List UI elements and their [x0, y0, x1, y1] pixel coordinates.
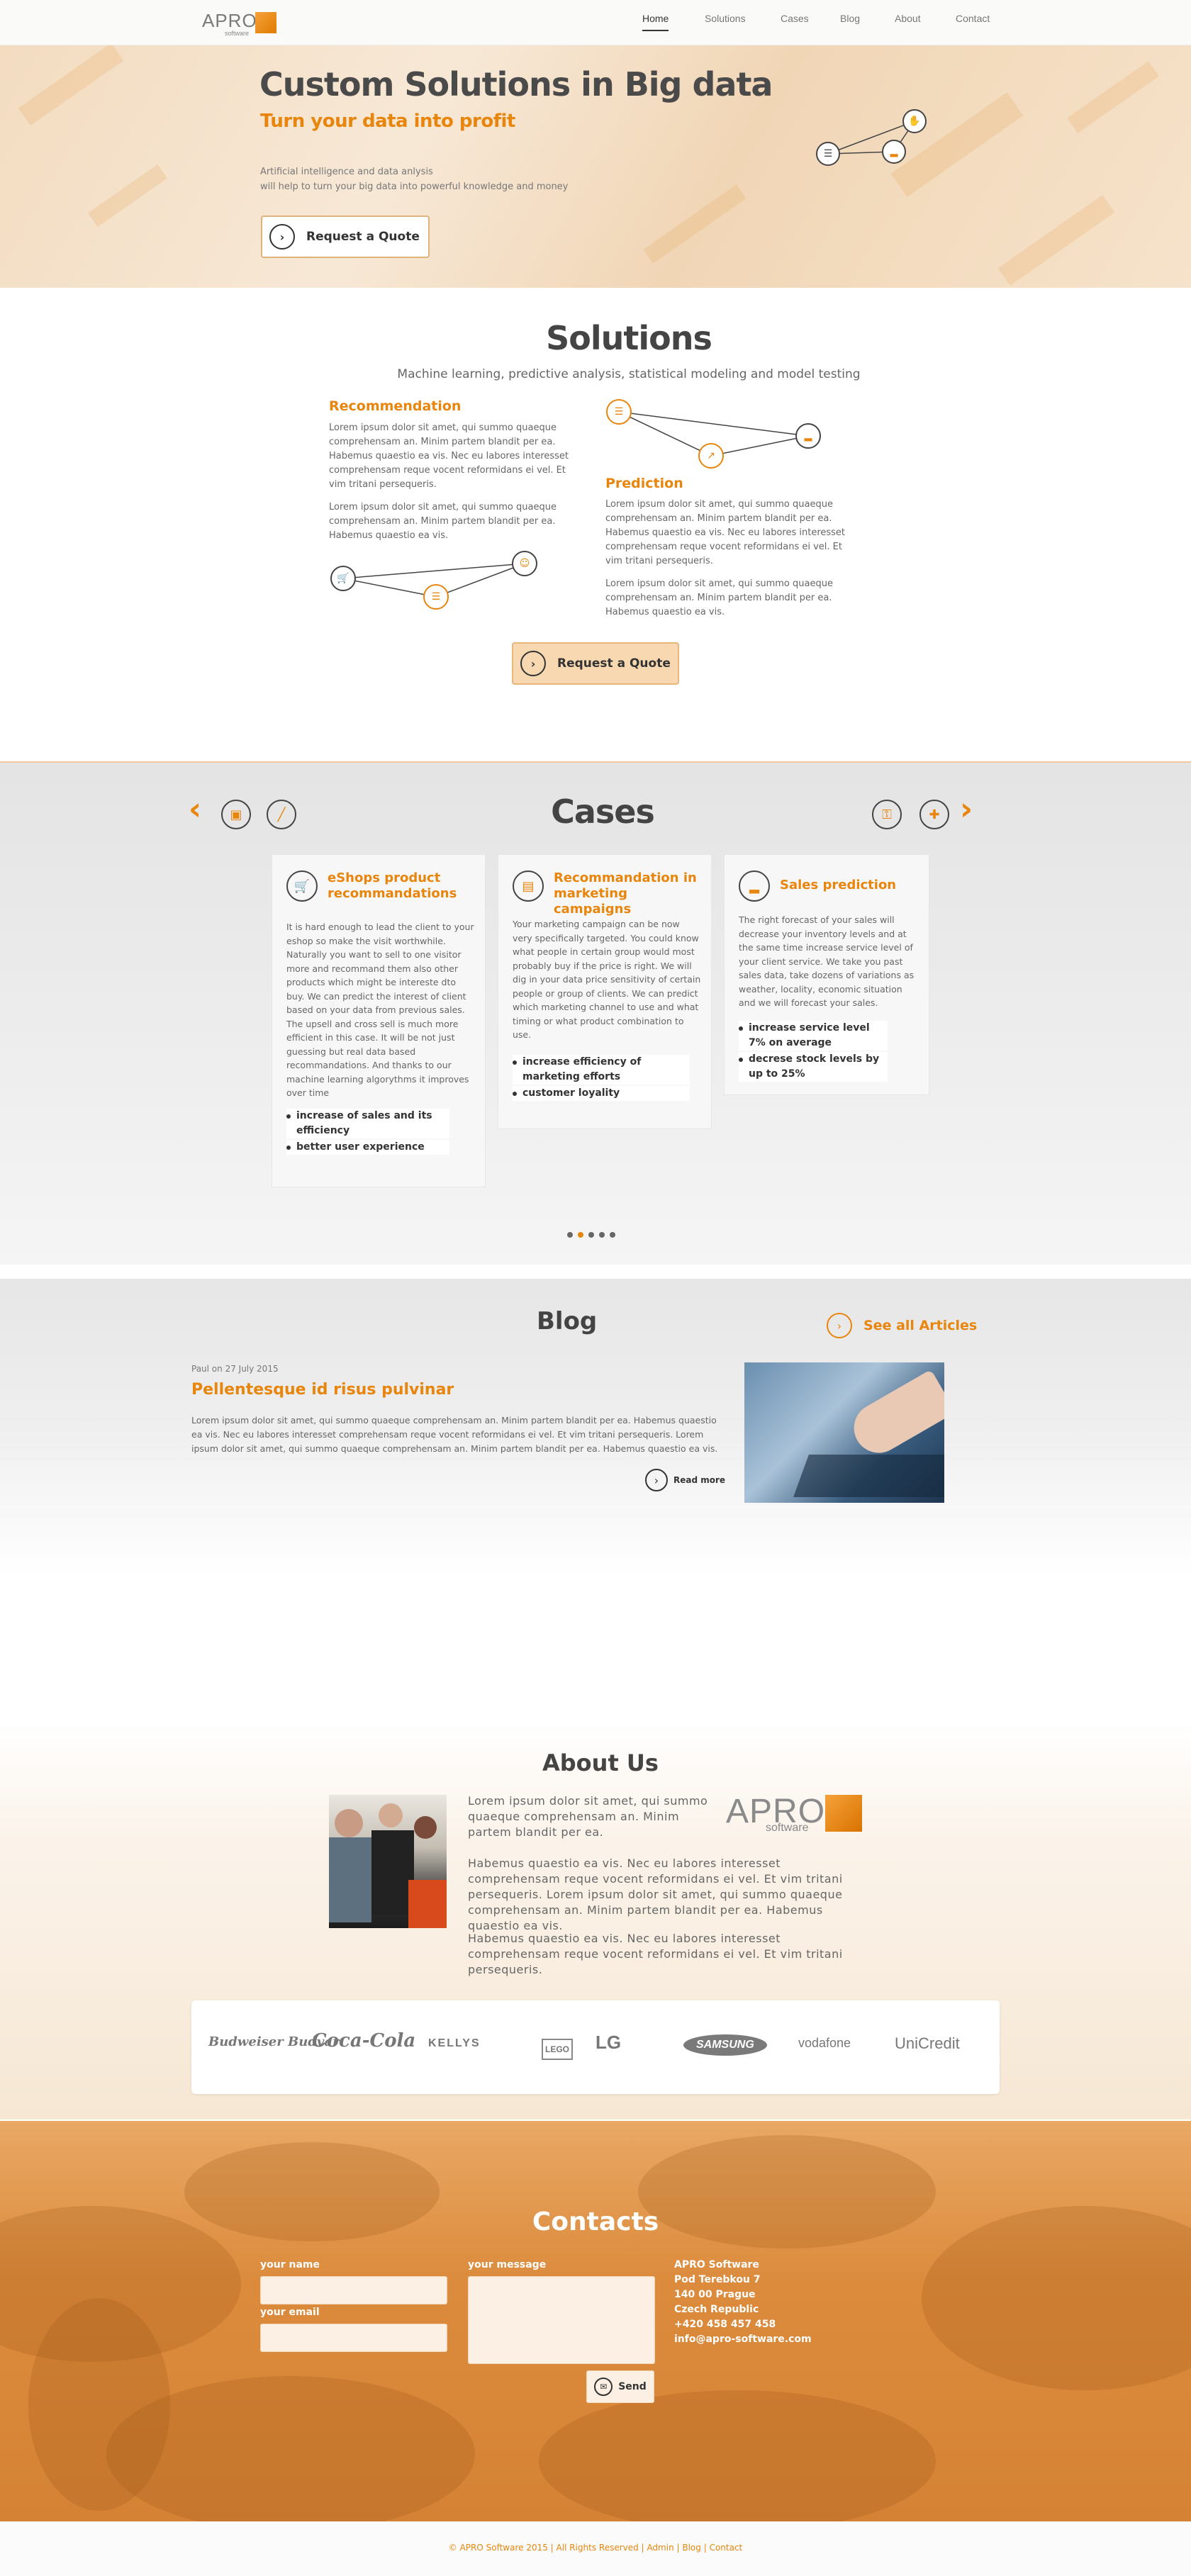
case-card-eshops: 🛒 eShops product recommandations It is h… [272, 855, 485, 1187]
see-all-label: See all Articles [863, 1318, 978, 1333]
about-title: About Us [542, 1749, 659, 1776]
company-name: APRO Software [674, 2259, 759, 2270]
case-title: Sales prediction [780, 878, 897, 892]
name-input[interactable] [260, 2276, 447, 2305]
cart-icon: 🛒 [286, 870, 318, 902]
carousel-dot[interactable] [610, 1232, 615, 1238]
case-text: It is hard enough to lead the client to … [286, 922, 474, 1098]
see-all-articles-link[interactable]: › See all Articles [827, 1313, 977, 1338]
case-text: Your marketing campaign can be now very … [513, 919, 701, 1040]
copyright: © APRO Software 2015 | All Rights Reserv… [448, 2543, 644, 2553]
phone[interactable]: +420 458 457 458 [674, 2317, 812, 2332]
case-text: The right forecast of your sales will de… [739, 914, 915, 1008]
users-icon: ☺ [512, 551, 537, 576]
bar-chart-icon: ▂ [795, 423, 821, 449]
case-bullet: increase of sales and its efficiency [286, 1109, 449, 1138]
contacts-section: Contacts your name your email your messa… [0, 2121, 1191, 2521]
client-logo-samsung: SAMSUNG [683, 2034, 767, 2056]
solutions-button-label: Request a Quote [557, 656, 671, 671]
case-card-marketing: ▤ Recommandation in marketing campaigns … [498, 855, 711, 1129]
logo-square-icon [825, 1795, 862, 1832]
presentation-icon: ▤ [513, 870, 544, 902]
send-label: Send [618, 2381, 647, 2392]
client-logo-cocacola: Coca-Cola [312, 2030, 416, 2051]
contacts-title: Contacts [532, 2207, 659, 2236]
about-logo: APRO software [726, 1792, 865, 1835]
blog-section: Blog › See all Articles Paul on 27 July … [0, 1279, 1191, 1577]
footer-line: © APRO Software 2015 | All Rights Reserv… [448, 2543, 743, 2553]
case-title: Recommandation in marketing campaigns [554, 870, 697, 917]
about-text-2: Habemus quaestio ea vis. Nec eu labores … [468, 1857, 843, 1932]
clients-logo-bar: Budweiser Budvar Coca-Cola KELLYS LEGO L… [191, 2000, 1000, 2094]
about-text-1: Lorem ipsum dolor sit amet, qui summo qu… [468, 1794, 708, 1839]
post-image[interactable] [744, 1362, 944, 1503]
team-photo [329, 1795, 447, 1928]
footer-blog-link[interactable]: Blog [682, 2543, 701, 2553]
contact-info: APRO Software Pod Terebkou 7 140 00 Prag… [674, 2258, 812, 2347]
email-input[interactable] [260, 2324, 447, 2352]
cases-section: ‹ ▣ ╱ Cases ⚿ ✚ › 🛒 eShops product recom… [0, 761, 1191, 1265]
read-more-link[interactable]: › Read more [645, 1469, 725, 1491]
add-user-icon[interactable]: ✚ [919, 800, 949, 829]
client-logo-kellys: KELLYS [428, 2037, 481, 2049]
solutions-request-quote-button[interactable]: › Request a Quote [512, 642, 679, 685]
case-bullet: increase efficiency of marketing efforts [513, 1055, 690, 1085]
key-icon[interactable]: ⚿ [872, 800, 902, 829]
bar-chart-icon: ▂ [739, 870, 770, 902]
post-meta: Paul on 27 July 2015 [191, 1364, 279, 1374]
mail-icon: ✉ [594, 2378, 613, 2396]
case-title: eShops product recommandations [328, 870, 457, 901]
post-title[interactable]: Pellentesque id risus pulvinar [191, 1381, 454, 1399]
message-label: your message [468, 2259, 547, 2270]
prediction-text-2: Lorem ipsum dolor sit amet, qui summo qu… [605, 578, 833, 617]
case-bullet: customer loyality [513, 1086, 690, 1101]
case-bullet: increase service level 7% on average [739, 1021, 888, 1051]
carousel-dot[interactable] [599, 1232, 605, 1238]
arrow-right-icon: › [827, 1313, 852, 1338]
carousel-dot[interactable] [567, 1232, 573, 1238]
post-excerpt: Lorem ipsum dolor sit amet, qui summo qu… [191, 1415, 718, 1454]
arrow-right-icon: › [520, 651, 546, 676]
database-icon: ☰ [423, 584, 449, 610]
carousel-dot[interactable] [588, 1232, 594, 1238]
footer-admin-link[interactable]: Admin [647, 2543, 673, 2553]
prediction-title: Prediction [605, 476, 683, 491]
read-more-label: Read more [673, 1475, 726, 1485]
email[interactable]: info@apro-software.com [674, 2332, 812, 2347]
client-logo-vodafone: vodafone [798, 2036, 851, 2050]
arrow-right-icon: › [645, 1469, 668, 1491]
client-logo-lego: LEGO [542, 2039, 574, 2060]
trend-icon: ↗ [698, 443, 724, 469]
case-bullet: better user experience [286, 1140, 449, 1155]
case-card-sales-prediction: ▂ Sales prediction The right forecast of… [725, 855, 929, 1094]
prediction-text-1: Lorem ipsum dolor sit amet, qui summo qu… [605, 499, 846, 566]
email-label: your email [260, 2307, 320, 2318]
database-icon: ☰ [606, 399, 632, 425]
blog-title: Blog [537, 1307, 598, 1335]
send-button[interactable]: ✉ Send [586, 2370, 654, 2403]
client-logo-unicredit: UniCredit [895, 2034, 960, 2052]
cases-title: Cases [551, 793, 655, 831]
client-logo-lg: LG [596, 2032, 622, 2053]
street-address: Pod Terebkou 7 [674, 2274, 761, 2285]
about-text-3: Habemus quaestio ea vis. Nec eu labores … [468, 1932, 843, 1976]
city-address: 140 00 Prague [674, 2289, 756, 2300]
name-label: your name [260, 2259, 320, 2270]
case-bullet: decrese stock levels by up to 25% [739, 1052, 888, 1082]
footer: © APRO Software 2015 | All Rights Reserv… [0, 2521, 1191, 2576]
message-textarea[interactable] [468, 2276, 655, 2364]
about-logo-subtext: software [766, 1822, 809, 1834]
footer-contact-link[interactable]: Contact [710, 2543, 743, 2553]
cases-next-arrow[interactable]: › [960, 791, 973, 827]
country: Czech Republic [674, 2304, 759, 2315]
carousel-dot-active[interactable] [578, 1232, 583, 1238]
cart-icon: 🛒 [330, 566, 356, 591]
